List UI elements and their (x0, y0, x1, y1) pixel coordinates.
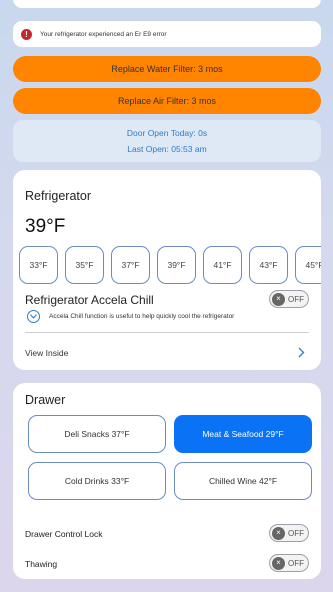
drawer-control-lock-toggle[interactable]: × OFF (269, 524, 309, 542)
thawing-label: Thawing (25, 559, 58, 569)
close-icon: × (272, 556, 285, 570)
temp-option[interactable]: 33°F (19, 246, 58, 284)
drawer-option-deli-snacks[interactable]: Deli Snacks 37°F (28, 415, 166, 453)
error-message: Your refrigerator experienced an Er E9 e… (40, 30, 167, 38)
close-icon: × (272, 292, 285, 306)
error-icon: ! (21, 28, 32, 40)
refrigerator-card: Refrigerator 39°F 33°F 35°F 37°F 39°F 41… (13, 170, 321, 370)
temperature-selector: 33°F 35°F 37°F 39°F 41°F 43°F 45°F (19, 246, 321, 284)
divider (25, 332, 309, 333)
thawing-toggle[interactable]: × OFF (269, 554, 309, 572)
drawer-option-chilled-wine[interactable]: Chilled Wine 42°F (174, 462, 312, 500)
drawer-control-lock-label: Drawer Control Lock (25, 529, 103, 539)
chevron-right-icon[interactable] (298, 345, 305, 363)
accela-chill-description: Accela Chill function is useful to help … (49, 313, 235, 320)
drawer-option-meat-seafood[interactable]: Meat & Seafood 29°F (174, 415, 312, 453)
replace-air-filter-button[interactable]: Replace Air Filter: 3 mos (13, 88, 321, 114)
drawer-title: Drawer (25, 393, 66, 407)
previous-card (13, 0, 321, 8)
replace-air-filter-label: Replace Air Filter: 3 mos (117, 96, 217, 106)
door-status-card: Door Open Today: 0s Last Open: 05:53 am (13, 120, 321, 162)
refrigerator-title: Refrigerator (25, 189, 91, 203)
replace-water-filter-button[interactable]: Replace Water Filter: 3 mos (13, 56, 321, 82)
accela-chill-title: Refrigerator Accela Chill (25, 293, 154, 307)
temp-option[interactable]: 37°F (111, 246, 150, 284)
door-open-today: Door Open Today: 0s (126, 128, 208, 138)
temp-option[interactable]: 39°F (157, 246, 196, 284)
close-icon: × (272, 526, 285, 540)
drawer-card: Drawer Deli Snacks 37°F Meat & Seafood 2… (13, 383, 321, 579)
thawing-toggle-label: OFF (288, 558, 304, 568)
replace-water-filter-label: Replace Water Filter: 3 mos (111, 64, 223, 74)
temp-option[interactable]: 43°F (249, 246, 288, 284)
temp-option[interactable]: 45°F (295, 246, 321, 284)
drawer-control-lock-toggle-label: OFF (288, 528, 304, 538)
current-temperature: 39°F (25, 216, 66, 237)
temp-option[interactable]: 35°F (65, 246, 104, 284)
chevron-down-icon[interactable] (27, 310, 40, 323)
drawer-option-cold-drinks[interactable]: Cold Drinks 33°F (28, 462, 166, 500)
accela-chill-toggle-label: OFF (288, 294, 304, 304)
temp-option[interactable]: 41°F (203, 246, 242, 284)
accela-chill-toggle[interactable]: × OFF (269, 290, 309, 308)
last-open: Last Open: 05:53 am (127, 144, 207, 154)
error-banner: ! Your refrigerator experienced an Er E9… (13, 21, 321, 47)
view-inside-link[interactable]: View Inside (25, 348, 68, 358)
